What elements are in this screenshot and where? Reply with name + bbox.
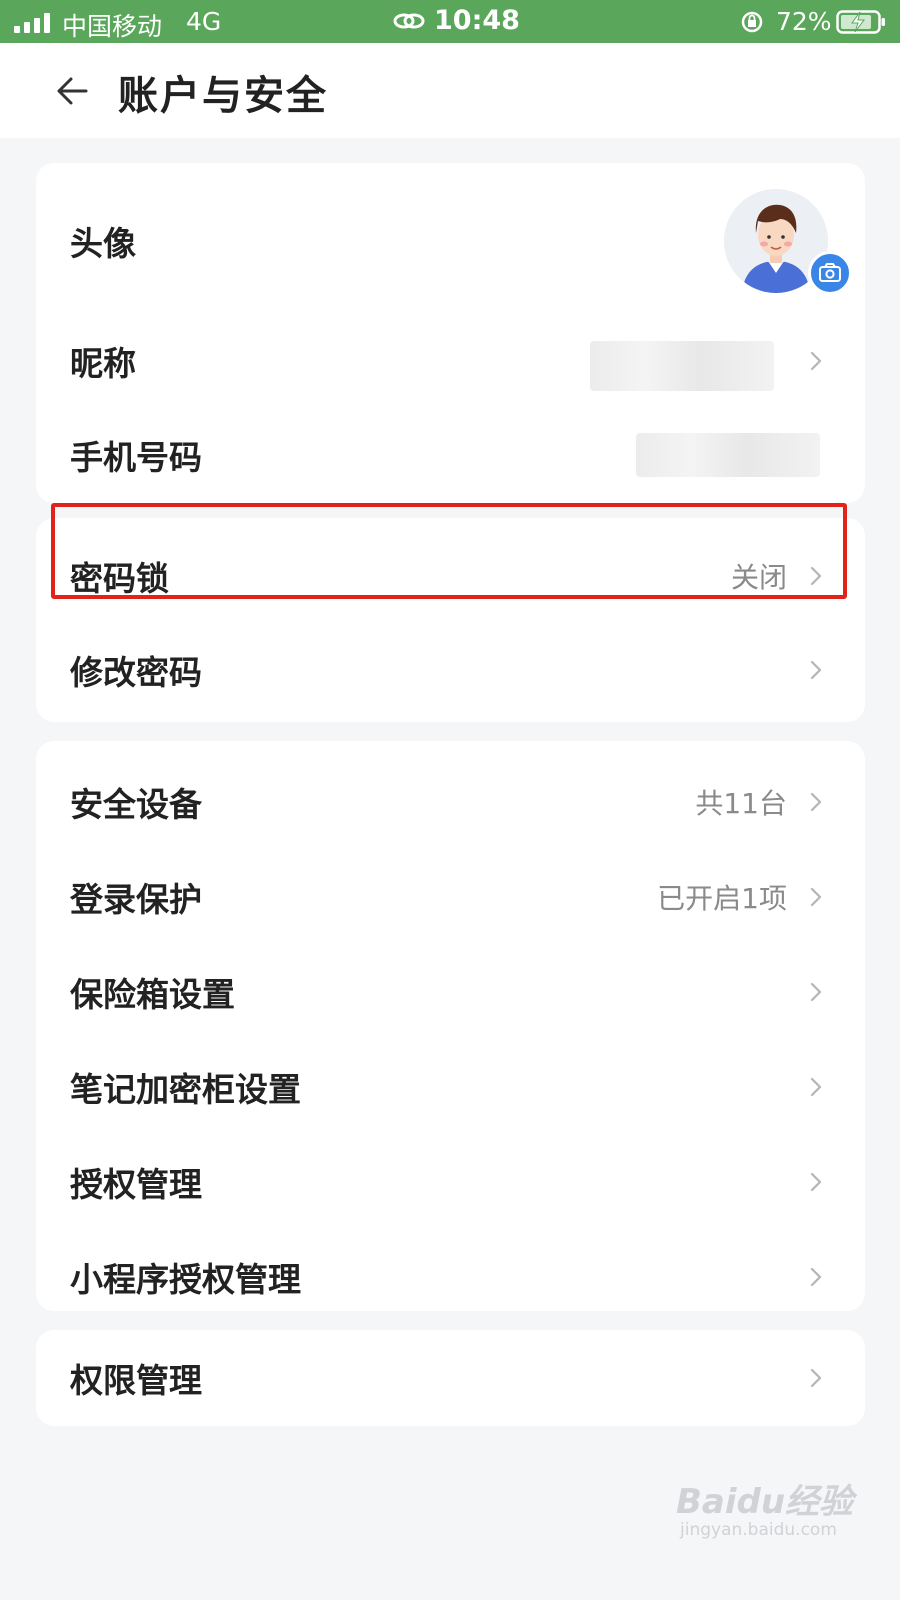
app-header: 账户与安全 [0, 43, 900, 138]
security-card: 安全设备 共11台 登录保护 已开启1项 保险箱设置 笔记加密柜设置 授权管理 … [36, 741, 865, 1311]
watermark-logo: Baidu经验 [676, 1482, 854, 1522]
network-type: 4G [186, 7, 222, 36]
chevron-right-icon [810, 1368, 822, 1388]
chevron-right-icon [810, 351, 822, 371]
battery-percentage: 72% [776, 7, 832, 36]
mini-program-auth-row[interactable]: 小程序授权管理 [36, 1231, 865, 1323]
chevron-right-icon [810, 1077, 822, 1097]
permission-row[interactable]: 权限管理 [36, 1332, 865, 1424]
chevron-right-icon [810, 887, 822, 907]
note-vault-row[interactable]: 笔记加密柜设置 [36, 1041, 865, 1133]
security-devices-count: 共11台 [695, 787, 787, 820]
security-devices-row[interactable]: 安全设备 共11台 [36, 756, 865, 848]
battery-charging-icon [836, 10, 885, 34]
nickname-redacted [590, 341, 774, 391]
chevron-right-icon [810, 660, 822, 680]
avatar-label: 头像 [70, 224, 136, 263]
camera-icon [819, 263, 841, 282]
profile-card: 头像 昵称 手机号码 [36, 163, 865, 503]
authorization-label: 授权管理 [70, 1165, 202, 1204]
back-arrow-icon[interactable] [54, 71, 94, 111]
rotation-lock-icon [741, 11, 763, 33]
mini-program-auth-label: 小程序授权管理 [70, 1260, 301, 1299]
change-avatar-button[interactable] [808, 251, 852, 295]
note-vault-label: 笔记加密柜设置 [70, 1070, 301, 1109]
change-password-label: 修改密码 [70, 653, 202, 692]
chevron-right-icon [810, 792, 822, 812]
phone-redacted [636, 433, 820, 477]
watermark: Baidu经验 jingyan.baidu.com [676, 1474, 856, 1554]
watermark-url: jingyan.baidu.com [680, 1520, 837, 1540]
nickname-label: 昵称 [70, 344, 136, 383]
login-protection-label: 登录保护 [70, 880, 202, 919]
chevron-right-icon [810, 982, 822, 1002]
permission-card: 权限管理 [36, 1330, 865, 1426]
login-protection-status: 已开启1项 [657, 882, 787, 915]
phone-label: 手机号码 [70, 438, 202, 477]
chevron-right-icon [810, 1172, 822, 1192]
signal-icon [14, 11, 50, 33]
carrier-name: 中国移动 [62, 12, 163, 41]
page-title: 账户与安全 [118, 73, 328, 119]
clock: 10:48 [434, 5, 520, 36]
highlight-box [51, 503, 847, 599]
change-password-row[interactable]: 修改密码 [36, 624, 865, 716]
security-devices-label: 安全设备 [70, 785, 202, 824]
hotspot-link-icon [393, 13, 425, 29]
login-protection-row[interactable]: 登录保护 已开启1项 [36, 851, 865, 943]
safe-settings-row[interactable]: 保险箱设置 [36, 946, 865, 1038]
chevron-right-icon [810, 1267, 822, 1287]
status-bar: 中国移动 4G 10:48 72% [0, 0, 900, 43]
authorization-row[interactable]: 授权管理 [36, 1136, 865, 1228]
safe-settings-label: 保险箱设置 [70, 975, 235, 1014]
permission-label: 权限管理 [70, 1361, 202, 1400]
